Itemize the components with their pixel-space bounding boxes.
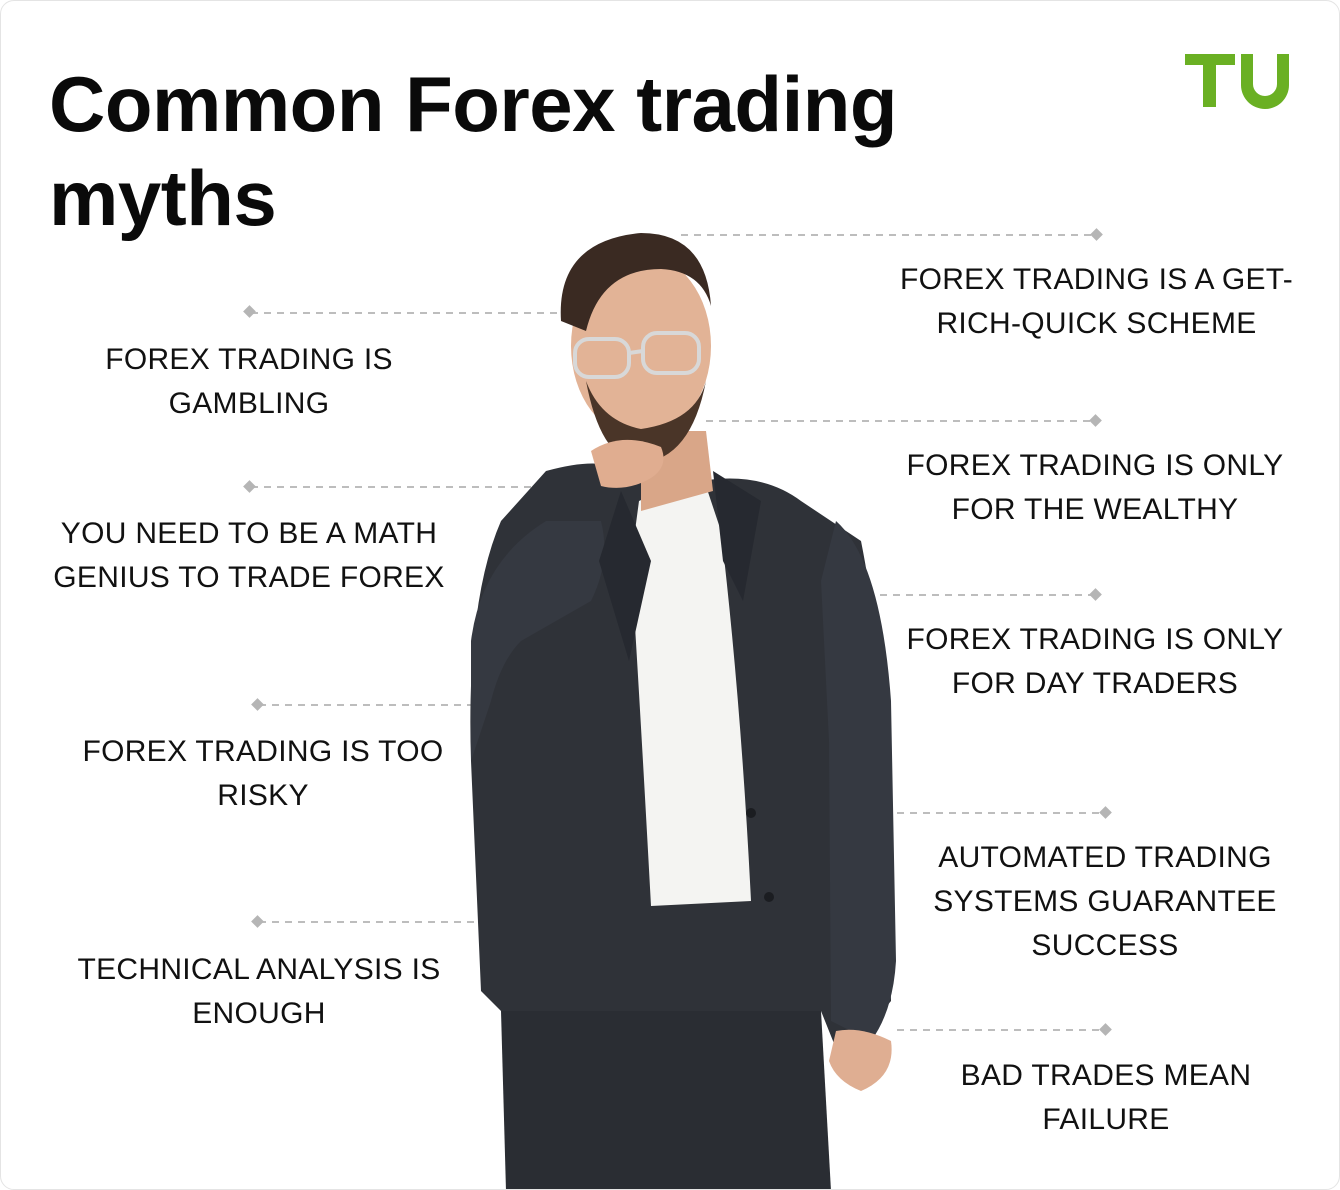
leader-diamond: [1090, 228, 1103, 241]
leader-diamond: [1099, 1023, 1112, 1036]
leader-diamond: [1089, 588, 1102, 601]
leader-diamond: [1099, 806, 1112, 819]
myth-math-genius: YOU NEED TO BE A MATH GENIUS TO TRADE FO…: [53, 517, 445, 594]
leader-diamond: [251, 915, 264, 928]
infographic-card: Common Forex trading myths FOREX TRADING…: [0, 0, 1340, 1190]
leader-diamond: [243, 480, 256, 493]
myth-only-wealthy: FOREX TRADING IS ONLY FOR THE WEALTHY: [906, 449, 1284, 526]
leader-diamond: [1089, 414, 1102, 427]
leader-diamond: [251, 698, 264, 711]
myth-technical-analysis: TECHNICAL ANALYSIS IS ENOUGH: [77, 953, 441, 1030]
myth-gambling: FOREX TRADING IS GAMBLING: [105, 343, 393, 420]
myth-too-risky: FOREX TRADING IS TOO RISKY: [82, 735, 444, 812]
myth-bad-trades: BAD TRADES MEAN FAILURE: [960, 1059, 1252, 1136]
myth-automated-systems: AUTOMATED TRADING SYSTEMS GUARANTEE SUCC…: [933, 841, 1277, 962]
myth-only-day-traders: FOREX TRADING IS ONLY FOR DAY TRADERS: [906, 623, 1284, 700]
man-in-suit-photo: [470, 233, 896, 1189]
leader-diamond: [243, 305, 256, 318]
myth-get-rich-quick: FOREX TRADING IS A GET-RICH-QUICK SCHEME: [899, 263, 1294, 340]
